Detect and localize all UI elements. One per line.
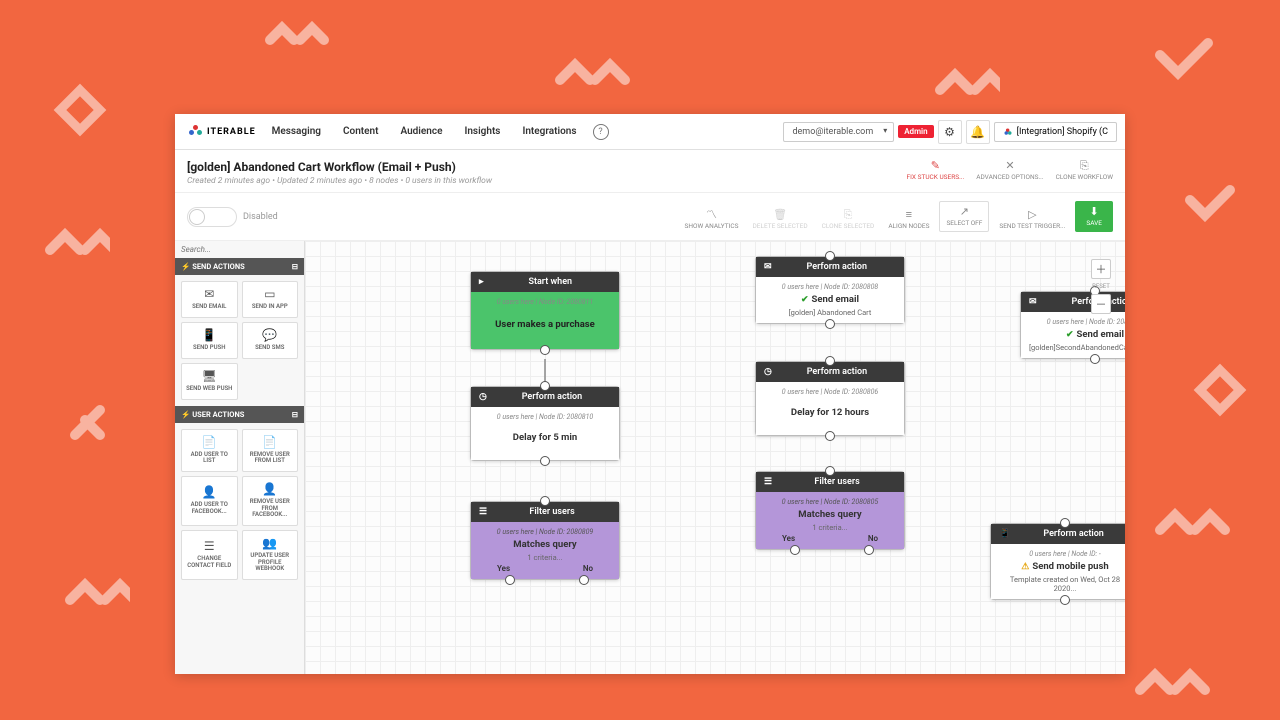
node-start-trigger[interactable]: ▸Start when 0 users here | Node ID: 2080… [470, 271, 620, 350]
org-dropdown[interactable]: [Integration] Shopify (C [994, 122, 1117, 142]
app-window: ITERABLE Messaging Content Audience Insi… [175, 114, 1125, 674]
tile-send-push[interactable]: 📱SEND PUSH [181, 322, 238, 359]
settings-icon[interactable]: ⚙ [938, 120, 962, 144]
brand-logo[interactable]: ITERABLE [183, 125, 262, 139]
help-icon[interactable]: ? [593, 124, 609, 140]
filter-icon: ☰ [479, 507, 487, 517]
delete-selected-button[interactable]: 🗑DELETE SELECTED [749, 207, 812, 232]
filter-icon: ☰ [764, 477, 772, 487]
tile-remove-user-from-list[interactable]: 📄REMOVE USER FROM LIST [242, 429, 299, 472]
show-analytics-button[interactable]: 〽SHOW ANALYTICS [681, 207, 743, 232]
tile-send-in-app[interactable]: ▭SEND IN APP [242, 281, 299, 318]
node-filter-2[interactable]: ☰Filter users 0 users here | Node ID: 20… [755, 471, 905, 550]
play-icon: ▸ [479, 277, 484, 287]
node-mobile-push[interactable]: 📱Perform action 0 users here | Node ID: … [990, 523, 1125, 600]
nav-insights[interactable]: Insights [454, 116, 510, 147]
nav-messaging[interactable]: Messaging [262, 116, 331, 147]
nav-audience[interactable]: Audience [390, 116, 452, 147]
node-filter-1[interactable]: ☰Filter users 0 users here | Node ID: 20… [470, 501, 620, 580]
toggle-label: Disabled [243, 212, 278, 222]
zoom-controls: ＋ RESET － [1091, 259, 1111, 314]
advanced-options-button[interactable]: ✕ADVANCED OPTIONS... [976, 160, 1043, 181]
topbar: ITERABLE Messaging Content Audience Insi… [175, 114, 1125, 150]
clock-icon: ◷ [764, 367, 772, 377]
send-actions-header[interactable]: ⚡ SEND ACTIONS⊟ [175, 258, 304, 275]
tile-send-sms[interactable]: 💬SEND SMS [242, 322, 299, 359]
tile-send-email[interactable]: ✉SEND EMAIL [181, 281, 238, 318]
node-delay-5min[interactable]: ◷Perform action 0 users here | Node ID: … [470, 386, 620, 461]
save-button[interactable]: ⬇SAVE [1075, 201, 1113, 232]
notifications-icon[interactable]: 🔔 [966, 120, 990, 144]
nav-integrations[interactable]: Integrations [512, 116, 586, 147]
tile-update-user-webhook[interactable]: 👥UPDATE USER PROFILE WEBHOOK [242, 530, 299, 580]
clone-workflow-button[interactable]: ⎘CLONE WORKFLOW [1056, 160, 1113, 181]
tile-add-user-to-list[interactable]: 📄ADD USER TO LIST [181, 429, 238, 472]
user-actions-header[interactable]: ⚡ USER ACTIONS⊟ [175, 406, 304, 423]
workflow-title: [golden] Abandoned Cart Workflow (Email … [187, 160, 906, 174]
workflow-meta: Created 2 minutes ago • Updated 2 minute… [187, 176, 906, 186]
node-delay-12h[interactable]: ◷Perform action 0 users here | Node ID: … [755, 361, 905, 436]
admin-badge: Admin [898, 125, 933, 138]
zoom-out-button[interactable]: － [1091, 294, 1111, 314]
node-palette: ⚡ SEND ACTIONS⊟ ✉SEND EMAIL ▭SEND IN APP… [175, 241, 305, 674]
node-send-email-1[interactable]: ✉Perform action 0 users here | Node ID: … [755, 256, 905, 324]
mail-icon: ✉ [1029, 297, 1037, 307]
align-nodes-button[interactable]: ≡ALIGN NODES [884, 207, 933, 232]
tile-add-user-to-facebook[interactable]: 👤ADD USER TO FACEBOOK... [181, 476, 238, 526]
search-input[interactable] [175, 241, 304, 258]
main-nav: Messaging Content Audience Insights Inte… [262, 116, 587, 147]
tile-remove-user-from-facebook[interactable]: 👤REMOVE USER FROM FACEBOOK... [242, 476, 299, 526]
fix-stuck-users-button[interactable]: ✎FIX STUCK USERS... [906, 160, 964, 181]
nav-content[interactable]: Content [333, 116, 388, 147]
enable-toggle[interactable] [187, 207, 237, 227]
select-off-button[interactable]: ↗SELECT OFF [939, 201, 989, 232]
zoom-reset-button[interactable]: RESET [1092, 281, 1110, 292]
account-dropdown[interactable]: demo@iterable.com [783, 122, 894, 142]
zoom-in-button[interactable]: ＋ [1091, 259, 1111, 279]
tile-change-contact-field[interactable]: ☰CHANGE CONTACT FIELD [181, 530, 238, 580]
mail-icon: ✉ [764, 262, 772, 272]
tile-send-web-push[interactable]: 🖥SEND WEB PUSH [181, 363, 238, 400]
send-test-trigger-button[interactable]: ▷SEND TEST TRIGGER... [995, 207, 1069, 232]
workflow-canvas[interactable]: ▸Start when 0 users here | Node ID: 2080… [305, 241, 1125, 674]
clone-selected-button[interactable]: ⎘CLONE SELECTED [818, 207, 879, 232]
clock-icon: ◷ [479, 392, 487, 402]
phone-icon: 📱 [999, 529, 1010, 539]
brand-name: ITERABLE [207, 127, 256, 137]
canvas-toolbar: Disabled 〽SHOW ANALYTICS 🗑DELETE SELECTE… [175, 193, 1125, 241]
workflow-header: [golden] Abandoned Cart Workflow (Email … [175, 150, 1125, 193]
